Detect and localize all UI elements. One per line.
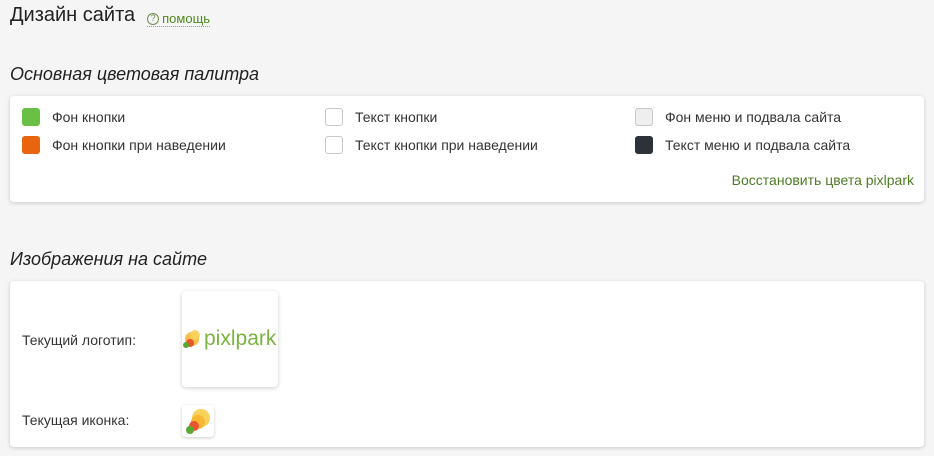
restore-colors-link[interactable]: Восстановить цвета pixlpark (732, 172, 914, 188)
palette-item-button-text[interactable]: Текст кнопки (325, 108, 437, 126)
palette-item-label: Фон меню и подвала сайта (665, 109, 842, 125)
palette-item-button-hover-text[interactable]: Текст кнопки при наведении (325, 136, 538, 154)
page-title: Дизайн сайта (10, 4, 136, 26)
palette-item-label: Текст кнопки (355, 109, 438, 125)
pixlpark-logo: pixlpark (183, 327, 277, 350)
palette-item-label: Текст меню и подвала сайта (665, 137, 851, 153)
palette-item-label: Текст кнопки при наведении (355, 137, 538, 153)
images-card: Текущий логотип: pixlpark Текущая иконка… (10, 281, 924, 447)
palette-item-menu-bg[interactable]: Фон меню и подвала сайта (635, 108, 841, 126)
logo-text: pixlpark (204, 327, 277, 350)
palette-card: Фон кнопки Фон кнопки при наведении Текс… (10, 96, 924, 202)
color-swatch[interactable] (635, 108, 653, 126)
question-circle-icon: ? (147, 12, 160, 25)
help-link[interactable]: ? помощь (147, 10, 211, 27)
page-header: Дизайн сайта ? помощь (10, 4, 211, 27)
current-logo-label: Текущий логотип: (22, 332, 136, 348)
color-swatch[interactable] (22, 136, 40, 154)
help-link-label: помощь (162, 10, 211, 26)
color-swatch[interactable] (325, 136, 343, 154)
palette-item-label: Фон кнопки (52, 109, 126, 125)
palette-item-label: Фон кнопки при наведении (52, 137, 226, 153)
images-section-title: Изображения на сайте (10, 249, 208, 269)
color-swatch[interactable] (325, 108, 343, 126)
color-swatch[interactable] (22, 108, 40, 126)
color-swatch[interactable] (635, 136, 653, 154)
palette-item-button-hover-bg[interactable]: Фон кнопки при наведении (22, 136, 226, 154)
palette-item-menu-text[interactable]: Текст меню и подвала сайта (635, 136, 850, 154)
palette-item-button-bg[interactable]: Фон кнопки (22, 108, 125, 126)
logo-preview[interactable]: pixlpark (182, 291, 278, 387)
icon-preview[interactable] (182, 405, 214, 437)
current-icon-label: Текущая иконка: (22, 412, 130, 428)
pixlpark-icon (186, 409, 210, 434)
palette-section-title: Основная цветовая палитра (10, 64, 260, 84)
